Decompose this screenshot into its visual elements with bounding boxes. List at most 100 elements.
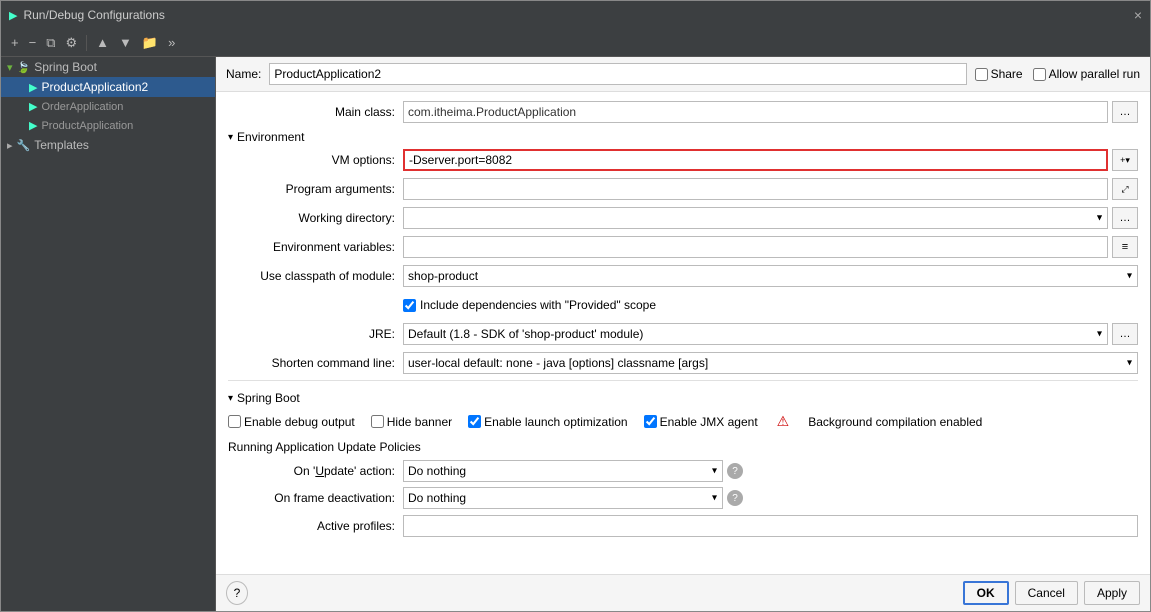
name-input[interactable]: [269, 63, 966, 85]
folder-button[interactable]: 📁: [138, 33, 162, 53]
enable-jmx-checkbox-label[interactable]: Enable JMX agent: [644, 415, 758, 429]
include-deps-row: Include dependencies with "Provided" sco…: [403, 293, 1138, 317]
include-deps-checkbox[interactable]: [403, 299, 416, 312]
main-class-browse-btn[interactable]: …: [1112, 101, 1138, 123]
settings-button[interactable]: ⚙: [61, 33, 81, 53]
jre-control: Default (1.8 - SDK of 'shop-product' mod…: [403, 323, 1138, 345]
env-vars-browse-btn[interactable]: ≡: [1112, 236, 1138, 258]
running-app-title: Running Application Update Policies: [228, 440, 1138, 454]
order-app-icon: ▶: [29, 100, 37, 113]
toolbar: + − ⧉ ⚙ ▲ ▼ 📁 »: [1, 29, 1150, 57]
move-down-button[interactable]: ▼: [115, 33, 136, 52]
window-icon: ▶: [9, 9, 17, 22]
more-button[interactable]: »: [164, 33, 179, 52]
spring-boot-icon: 🍃: [17, 61, 31, 74]
on-frame-label: On frame deactivation:: [228, 491, 403, 505]
name-bar: Name: Share Allow parallel run: [216, 57, 1150, 92]
sidebar-label-order-app: OrderApplication: [41, 101, 123, 113]
main-class-input[interactable]: [403, 101, 1108, 123]
jre-row: JRE: Default (1.8 - SDK of 'shop-product…: [228, 322, 1138, 346]
enable-jmx-checkbox[interactable]: [644, 415, 657, 428]
include-deps-label[interactable]: Include dependencies with "Provided" sco…: [403, 298, 656, 312]
parallel-checkbox[interactable]: [1033, 68, 1046, 81]
sidebar-label-spring-boot: Spring Boot: [34, 60, 97, 74]
parallel-label: Allow parallel run: [1049, 67, 1140, 81]
main-class-row: Main class: …: [228, 100, 1138, 124]
ok-button[interactable]: OK: [963, 581, 1009, 605]
on-frame-control: Do nothing Update classes and resources …: [403, 487, 1138, 509]
jre-label: JRE:: [228, 327, 403, 341]
jre-browse-btn[interactable]: …: [1112, 323, 1138, 345]
shorten-cmd-row: Shorten command line: user-local default…: [228, 351, 1138, 375]
main-content: ▾ 🍃 Spring Boot ▶ ProductApplication2 ▶ …: [1, 57, 1150, 611]
program-args-row: Program arguments: ⤢: [228, 177, 1138, 201]
config-run-icon: ▶: [29, 81, 37, 94]
spring-boot-arrow[interactable]: ▾: [228, 393, 233, 404]
sidebar-item-product-app2[interactable]: ▶ ProductApplication2: [1, 77, 215, 97]
vm-options-input[interactable]: [403, 149, 1108, 171]
vm-options-row: VM options: +▾: [228, 148, 1138, 172]
move-up-button[interactable]: ▲: [92, 33, 113, 52]
spring-boot-section: ▾ Spring Boot Enable debug output Hide b…: [228, 380, 1138, 537]
working-dir-input[interactable]: [403, 207, 1108, 229]
enable-launch-label: Enable launch optimization: [484, 415, 627, 429]
on-update-select[interactable]: Do nothing Update classes and resources …: [403, 460, 723, 482]
bottom-right: OK Cancel Apply: [963, 581, 1140, 605]
product-app-icon: ▶: [29, 119, 37, 132]
sidebar-label-product-app2: ProductApplication2: [41, 80, 148, 94]
shorten-cmd-select[interactable]: user-local default: none - java [options…: [403, 352, 1138, 374]
on-update-help-icon[interactable]: ?: [727, 463, 743, 479]
remove-button[interactable]: −: [25, 33, 41, 52]
classpath-control: shop-product: [403, 265, 1138, 287]
share-checkbox[interactable]: [975, 68, 988, 81]
working-dir-row: Working directory: ▾ …: [228, 206, 1138, 230]
working-dir-label: Working directory:: [228, 211, 403, 225]
on-update-control: Do nothing Update classes and resources …: [403, 460, 1138, 482]
enable-jmx-label: Enable JMX agent: [660, 415, 758, 429]
vm-options-label: VM options:: [228, 153, 403, 167]
sidebar-item-templates[interactable]: ▸ 🔧 Templates: [1, 135, 215, 155]
hide-banner-checkbox[interactable]: [371, 415, 384, 428]
jre-select[interactable]: Default (1.8 - SDK of 'shop-product' mod…: [403, 323, 1108, 345]
sidebar-item-product-app[interactable]: ▶ ProductApplication: [1, 116, 215, 135]
enable-debug-checkbox-label[interactable]: Enable debug output: [228, 415, 355, 429]
environment-arrow[interactable]: ▾: [228, 132, 233, 143]
program-args-control: ⤢: [403, 178, 1138, 200]
working-dir-browse-btn[interactable]: …: [1112, 207, 1138, 229]
enable-debug-label: Enable debug output: [244, 415, 355, 429]
cancel-button[interactable]: Cancel: [1015, 581, 1078, 605]
share-label: Share: [991, 67, 1023, 81]
program-args-input[interactable]: [403, 178, 1108, 200]
enable-launch-checkbox-label[interactable]: Enable launch optimization: [468, 415, 627, 429]
close-button[interactable]: ×: [1134, 7, 1142, 23]
copy-button[interactable]: ⧉: [42, 33, 59, 53]
templates-icon: 🔧: [17, 139, 31, 152]
help-button[interactable]: ?: [226, 581, 248, 605]
enable-debug-checkbox[interactable]: [228, 415, 241, 428]
program-args-expand-btn[interactable]: ⤢: [1112, 178, 1138, 200]
on-frame-help-icon[interactable]: ?: [727, 490, 743, 506]
apply-button[interactable]: Apply: [1084, 581, 1140, 605]
active-profiles-input[interactable]: [403, 515, 1138, 537]
env-vars-row: Environment variables: ≡: [228, 235, 1138, 259]
share-checkbox-label[interactable]: Share: [975, 67, 1023, 81]
right-panel: Name: Share Allow parallel run: [216, 57, 1150, 611]
spring-boot-expand-icon: ▾: [7, 61, 13, 74]
sidebar-item-order-app[interactable]: ▶ OrderApplication: [1, 97, 215, 116]
bg-compilation-label: Background compilation enabled: [808, 415, 982, 429]
enable-launch-checkbox[interactable]: [468, 415, 481, 428]
main-class-label: Main class:: [228, 105, 403, 119]
env-vars-input[interactable]: [403, 236, 1108, 258]
classpath-select[interactable]: shop-product: [403, 265, 1138, 287]
shorten-cmd-label: Shorten command line:: [228, 356, 403, 370]
vm-expand-btn[interactable]: +▾: [1112, 149, 1138, 171]
shorten-cmd-control: user-local default: none - java [options…: [403, 352, 1138, 374]
hide-banner-checkbox-label[interactable]: Hide banner: [371, 415, 452, 429]
sidebar-item-spring-boot[interactable]: ▾ 🍃 Spring Boot: [1, 57, 215, 77]
add-button[interactable]: +: [7, 33, 23, 52]
run-debug-configurations-window: ▶ Run/Debug Configurations × + − ⧉ ⚙ ▲ ▼…: [0, 0, 1151, 612]
parallel-checkbox-label[interactable]: Allow parallel run: [1033, 67, 1140, 81]
spring-boot-section-header: ▾ Spring Boot: [228, 391, 1138, 405]
toolbar-divider: [86, 35, 87, 51]
on-frame-select[interactable]: Do nothing Update classes and resources …: [403, 487, 723, 509]
